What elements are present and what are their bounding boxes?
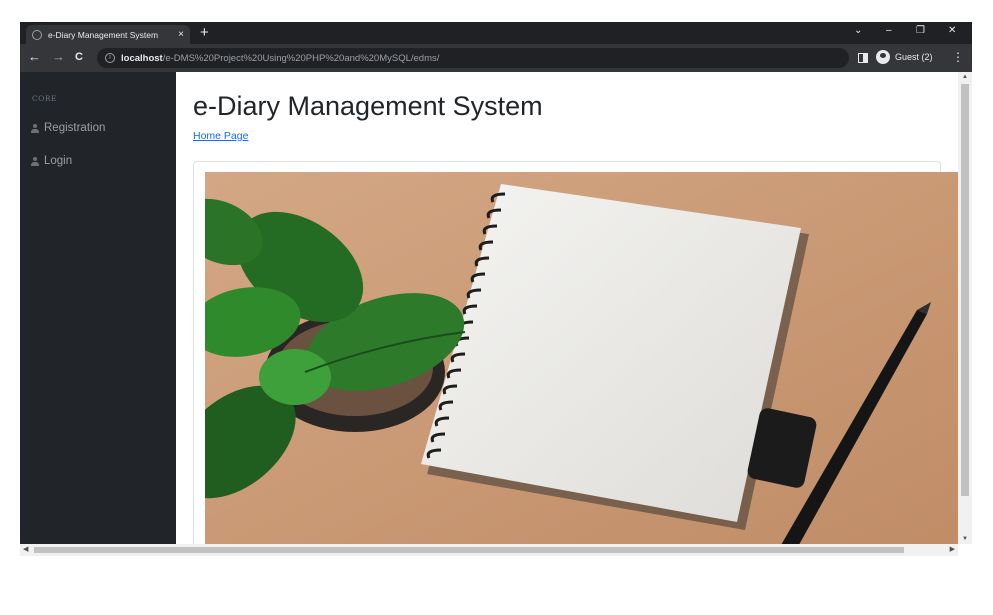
info-icon[interactable]: i: [105, 53, 115, 63]
vertical-scrollbar[interactable]: ▲ ▼: [958, 72, 972, 544]
forward-icon[interactable]: →: [52, 50, 65, 64]
sidebar: CORE Registration Login: [20, 72, 176, 556]
scroll-right-icon[interactable]: ▶: [950, 545, 955, 553]
browser-tab[interactable]: e-Diary Management System ×: [26, 25, 190, 44]
browser-menu-icon[interactable]: ⋮: [952, 50, 964, 64]
notebook-plant-photo: [205, 172, 958, 544]
horizontal-scroll-thumb[interactable]: [34, 547, 904, 553]
sidebar-item-registration[interactable]: Registration: [31, 122, 105, 134]
close-window-icon[interactable]: ✕: [948, 25, 956, 36]
reload-icon[interactable]: C: [75, 50, 83, 64]
browser-window: e-Diary Management System × + ⌄ – ❐ ✕ ← …: [20, 22, 972, 556]
scroll-left-icon[interactable]: ◀: [23, 545, 28, 553]
guest-avatar-icon: [876, 50, 890, 64]
tab-title: e-Diary Management System: [48, 29, 159, 40]
tab-bar: e-Diary Management System × + ⌄ – ❐ ✕: [20, 22, 972, 44]
page-title: e-Diary Management System: [193, 91, 543, 121]
sidebar-heading: CORE: [32, 94, 58, 103]
globe-icon: [32, 29, 42, 40]
restore-icon[interactable]: ❐: [916, 25, 925, 36]
scroll-up-icon[interactable]: ▲: [962, 74, 968, 80]
profile-label: Guest (2): [895, 52, 933, 62]
horizontal-scrollbar[interactable]: ◀ ▶: [20, 544, 958, 556]
back-icon[interactable]: ←: [28, 50, 41, 64]
tab-close-icon[interactable]: ×: [178, 29, 184, 40]
tab-search-icon[interactable]: ⌄: [854, 25, 862, 36]
url-path: /e-DMS%20Project%20Using%20PHP%20and%20M…: [162, 52, 440, 64]
address-bar[interactable]: i localhost/e-DMS%20Project%20Using%20PH…: [97, 48, 849, 68]
new-tab-button[interactable]: +: [200, 25, 209, 41]
user-icon: [31, 156, 39, 166]
browser-toolbar: ← → C i localhost/e-DMS%20Project%20Usin…: [20, 44, 972, 72]
sidebar-item-label: Registration: [44, 122, 106, 134]
main-content: e-Diary Management System Home Page: [176, 72, 958, 544]
side-panel-icon[interactable]: [858, 53, 868, 63]
url-host: localhost: [121, 52, 163, 64]
scroll-down-icon[interactable]: ▼: [962, 536, 968, 542]
page-viewport: CORE Registration Login e-Diary Manageme…: [20, 72, 972, 556]
minimize-icon[interactable]: –: [886, 25, 892, 36]
home-page-link[interactable]: Home Page: [193, 130, 248, 142]
vertical-scroll-thumb[interactable]: [961, 84, 969, 496]
sidebar-item-label: Login: [44, 155, 73, 167]
user-icon: [31, 123, 39, 133]
sidebar-item-login[interactable]: Login: [31, 155, 72, 167]
profile-button[interactable]: Guest (2): [876, 50, 933, 64]
